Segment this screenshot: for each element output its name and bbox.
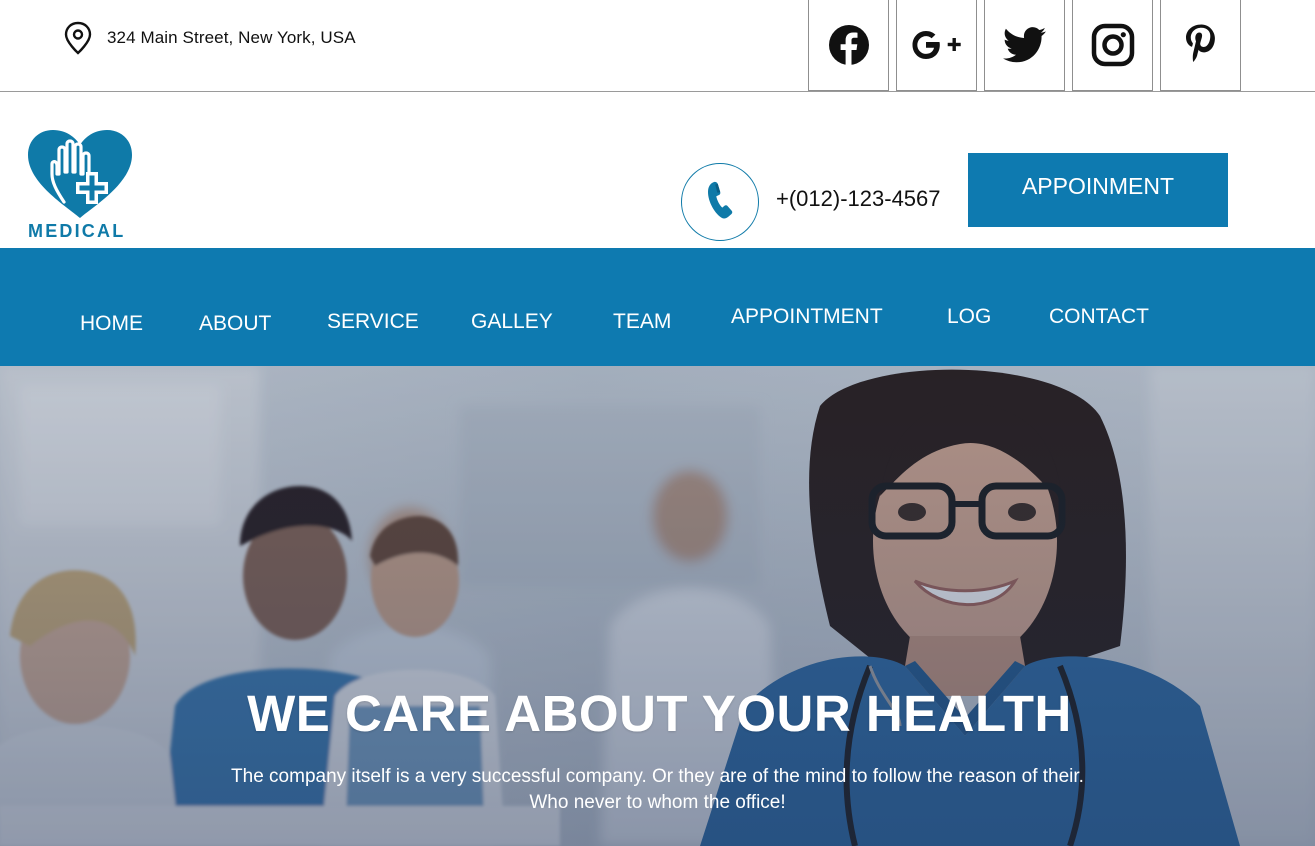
hero-section: WE CARE ABOUT YOUR HEALTH The company it…: [0, 366, 1315, 846]
logo-text: MEDICAL: [28, 221, 126, 241]
pinterest-link[interactable]: [1160, 0, 1241, 91]
hero-subtitle: The company itself is a very successful …: [0, 764, 1315, 816]
facebook-icon: [828, 24, 870, 66]
facebook-link[interactable]: [808, 0, 889, 91]
main-nav: HOME ABOUT SERVICE GALLEY TEAM APPOINTME…: [0, 248, 1315, 366]
hero-subtitle-line-2: Who never to whom the office!: [529, 792, 786, 813]
twitter-icon: [1002, 27, 1047, 63]
address-block: 324 Main Street, New York, USA: [62, 21, 356, 55]
phone-call-button[interactable]: [681, 163, 759, 241]
phone-number[interactable]: +(012)-123-4567: [776, 186, 941, 212]
nav-item-gallery[interactable]: GALLEY: [471, 310, 553, 334]
map-pin-icon: [62, 21, 94, 55]
nav-item-contact[interactable]: CONTACT: [1049, 305, 1149, 329]
nav-item-home[interactable]: HOME: [80, 312, 143, 336]
instagram-link[interactable]: [1072, 0, 1153, 91]
site-header: MEDICAL +(012)-123-4567 APPOINMENT: [0, 92, 1315, 248]
nav-item-service[interactable]: SERVICE: [327, 310, 419, 334]
appointment-button[interactable]: APPOINMENT: [968, 153, 1228, 227]
nav-item-appointment[interactable]: APPOINTMENT: [731, 305, 883, 329]
address-text: 324 Main Street, New York, USA: [107, 28, 356, 47]
hero-title: WE CARE ABOUT YOUR HEALTH: [247, 685, 1072, 742]
google-plus-link[interactable]: [896, 0, 977, 91]
instagram-icon: [1091, 23, 1135, 67]
twitter-link[interactable]: [984, 0, 1065, 91]
nav-item-about[interactable]: ABOUT: [199, 312, 271, 336]
pinterest-icon: [1182, 23, 1220, 67]
social-links: [808, 0, 1248, 91]
nav-item-log[interactable]: LOG: [947, 305, 991, 329]
google-plus-icon: [912, 29, 962, 61]
phone-icon: [705, 180, 735, 225]
site-logo[interactable]: MEDICAL: [26, 128, 134, 241]
top-bar: 324 Main Street, New York, USA: [0, 0, 1315, 92]
nav-item-team[interactable]: TEAM: [613, 310, 671, 334]
heart-hand-icon: [28, 130, 132, 218]
hero-subtitle-line-1: The company itself is a very successful …: [231, 766, 1084, 787]
